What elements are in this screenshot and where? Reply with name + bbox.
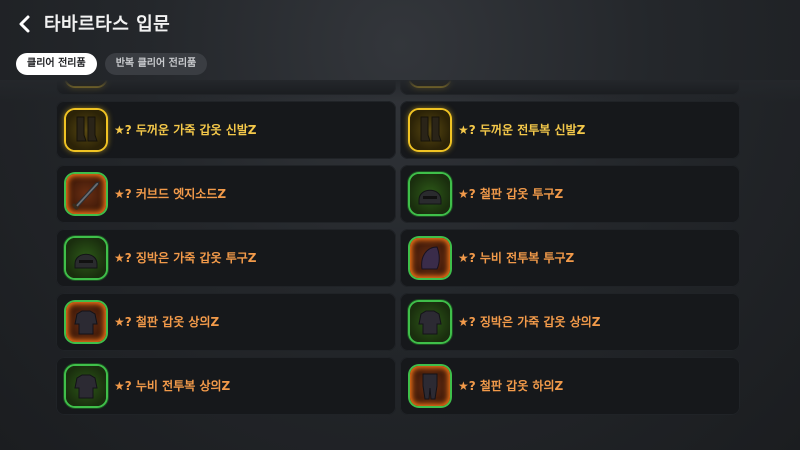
tab-bar: 클리어 전리품 반복 클리어 전리품 [16,53,208,75]
item-name: ★? 두꺼운 전투복 장갑Z [114,80,241,95]
item-name: ★? 철판 갑옷 상의Z [114,315,220,329]
item-slot[interactable] [66,110,106,150]
reward-item[interactable]: ★? 징박은 가죽 갑옷 투구Z [56,229,396,287]
item-name: ★? 징박은 가죽 갑옷 상의Z [458,315,601,329]
leg-armor-icon [422,373,438,400]
item-name: ★? 누비 전투복 투구Z [458,251,575,265]
chest-armor-icon [74,374,98,399]
reward-item[interactable]: ★? 철판 갑옷 하의Z [400,357,740,415]
reward-item[interactable]: ★? 커브드 엣지소드Z [56,165,396,223]
reward-item[interactable]: ★? 사슬 갑옷 신발Z [400,80,740,95]
item-name: ★? 사슬 갑옷 신발Z [458,80,563,95]
boots-icon [410,80,450,86]
item-name: ★? 철판 갑옷 투구Z [458,187,564,201]
item-name: ★? 두꺼운 가죽 갑옷 신발Z [114,123,257,137]
reward-item[interactable]: ★? 두꺼운 전투복 장갑Z [56,80,396,95]
reward-item[interactable]: ★? 두꺼운 가죽 갑옷 신발Z [56,101,396,159]
sword-icon [71,181,100,211]
item-slot[interactable] [410,238,450,278]
helmet-icon [74,253,98,269]
boots-icon [76,116,98,142]
item-name: ★? 징박은 가죽 갑옷 투구Z [114,251,257,265]
boots-icon [66,80,106,86]
item-name: ★? 커브드 엣지소드Z [114,187,227,201]
chest-armor-icon [74,310,98,335]
item-slot[interactable] [410,174,450,214]
item-slot[interactable] [410,80,450,86]
helmet-icon [418,189,442,205]
item-slot[interactable] [66,174,106,214]
reward-item[interactable]: ★? 두꺼운 전투복 신발Z [400,101,740,159]
item-name: ★? 누비 전투복 상의Z [114,379,231,393]
tab-clear-rewards[interactable]: 클리어 전리품 [16,53,97,75]
reward-item[interactable]: ★? 철판 갑옷 투구Z [400,165,740,223]
reward-item[interactable]: ★? 누비 전투복 상의Z [56,357,396,415]
hood-icon [421,246,440,270]
tab-repeat-clear-rewards[interactable]: 반복 클리어 전리품 [104,53,208,75]
item-slot[interactable] [66,238,106,278]
item-slot[interactable] [410,366,450,406]
item-slot[interactable] [410,302,450,342]
chest-armor-icon [418,310,442,335]
item-slot[interactable] [66,302,106,342]
item-slot[interactable] [66,80,106,86]
item-name: ★? 두꺼운 전투복 신발Z [458,123,586,137]
item-slot[interactable] [410,110,450,150]
item-slot[interactable] [66,366,106,406]
boots-icon [420,116,442,142]
reward-item[interactable]: ★? 누비 전투복 투구Z [400,229,740,287]
back-arrow-icon[interactable] [14,12,36,36]
item-name: ★? 철판 갑옷 하의Z [458,379,564,393]
reward-item[interactable]: ★? 철판 갑옷 상의Z [56,293,396,351]
reward-item[interactable]: ★? 징박은 가죽 갑옷 상의Z [400,293,740,351]
page-title: 타바르타스 입문 [44,14,171,35]
top-bar: 타바르타스 입문 [0,0,800,48]
reward-list[interactable]: ★? 두꺼운 전투복 장갑Z ★? 사슬 갑옷 신발Z ★? 두꺼운 가죽 갑옷 신… [0,80,800,450]
